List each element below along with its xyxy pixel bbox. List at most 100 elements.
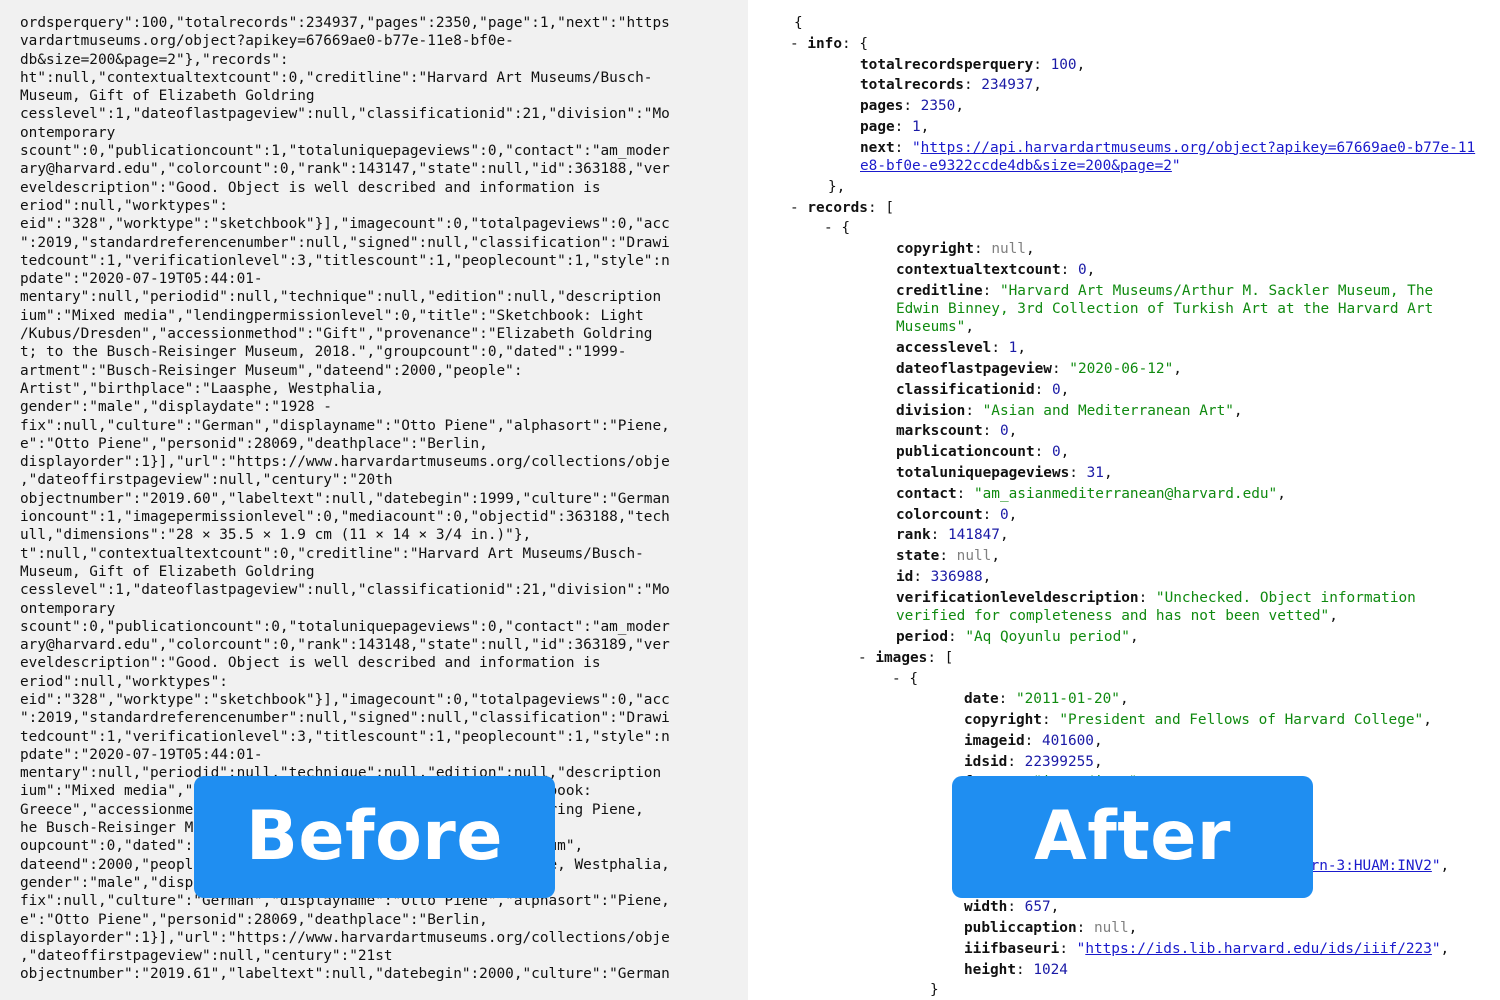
json-key: copyright bbox=[896, 241, 974, 258]
json-comma: , bbox=[1173, 361, 1182, 378]
json-number-value: 0 bbox=[999, 506, 1009, 523]
raw-json-line: cesslevel":1,"dateoflastpageview":null,"… bbox=[20, 106, 670, 123]
json-comma: , bbox=[1233, 402, 1243, 419]
json-comma: , bbox=[982, 569, 992, 586]
json-string-value: "Aq Qoyunlu period" bbox=[965, 628, 1130, 645]
json-comma: , bbox=[1093, 753, 1103, 770]
json-open-bracket: [ bbox=[944, 649, 954, 666]
json-line: date: "2011-01-20", bbox=[964, 691, 1129, 708]
json-url-link[interactable]: https://api.harvardartmuseums.org/object… bbox=[860, 140, 1475, 174]
json-close-bracket: } bbox=[930, 982, 939, 999]
raw-json-line: eid":"328","worktype":"sketchbook"}],"im… bbox=[20, 691, 670, 708]
json-comma: , bbox=[1076, 56, 1086, 73]
json-line: pages: 2350, bbox=[860, 98, 964, 115]
json-string-value: "am_asianmediterranean@harvard.edu" bbox=[973, 485, 1278, 502]
json-number-value: 0 bbox=[999, 423, 1009, 440]
raw-json-line: ordsperquery":100,"totalrecords":234937,… bbox=[20, 15, 670, 31]
raw-json-line: pdate":"2020-07-19T05:44:01- bbox=[20, 271, 263, 288]
json-line: publicationcount: 0, bbox=[896, 444, 1070, 461]
json-line: id: 336988, bbox=[896, 569, 992, 586]
json-key: colorcount bbox=[896, 506, 983, 523]
json-line: - { bbox=[748, 670, 1476, 691]
raw-json-line: eveldescription":"Good. Object is well d… bbox=[20, 655, 601, 672]
raw-json-line: tedcount":1,"verificationlevel":3,"title… bbox=[20, 252, 670, 269]
json-comma: , bbox=[1033, 77, 1042, 94]
json-comma: , bbox=[1119, 691, 1129, 708]
json-key: height bbox=[964, 961, 1016, 978]
json-line: } bbox=[748, 981, 1476, 1000]
json-line: rank: 141847, bbox=[896, 527, 1009, 544]
raw-json-line: ":2019,"standardreferencenumber":null,"s… bbox=[20, 234, 670, 251]
collapse-toggle[interactable]: - bbox=[790, 36, 807, 52]
json-line: dateoflastpageview: "2020-06-12", bbox=[896, 361, 1182, 378]
raw-json-line: ":2019,"standardreferencenumber":null,"s… bbox=[20, 710, 670, 727]
json-line: idsid: 22399255, bbox=[964, 753, 1103, 770]
raw-json-line: scount":0,"publicationcount":1,"totaluni… bbox=[20, 143, 670, 160]
raw-json-line: objectnumber":"2019.60","labeltext":null… bbox=[20, 490, 670, 507]
json-line: state: null, bbox=[896, 548, 1000, 565]
json-line: classificationid: 0, bbox=[896, 381, 1070, 398]
raw-json-line: Museum, Gift of Elizabeth Goldring bbox=[20, 88, 315, 105]
json-comma: , bbox=[920, 118, 930, 135]
raw-json-line: mentary":null,"periodid":null,"technique… bbox=[20, 289, 662, 306]
after-badge: After bbox=[952, 776, 1313, 898]
json-key: page bbox=[860, 118, 895, 135]
json-key: images bbox=[875, 649, 928, 666]
json-open-bracket: { bbox=[841, 220, 850, 237]
json-number-value: 31 bbox=[1086, 465, 1104, 482]
json-string-value: "Asian and Mediterranean Art" bbox=[982, 402, 1234, 419]
json-key: accesslevel bbox=[896, 340, 992, 357]
json-number-value: 401600 bbox=[1041, 732, 1094, 749]
json-key: totalrecordsperquery bbox=[860, 56, 1034, 73]
json-line: { bbox=[748, 14, 1476, 35]
json-key: pages bbox=[860, 98, 904, 115]
collapse-toggle[interactable]: - bbox=[892, 671, 909, 687]
collapse-toggle[interactable]: - bbox=[824, 220, 841, 236]
json-line: - { bbox=[748, 219, 1476, 240]
json-line: width: 657, bbox=[964, 899, 1060, 916]
raw-json-line: e":"Otto Piene","personid":28069,"deathp… bbox=[20, 435, 488, 452]
json-key: imageid bbox=[964, 732, 1025, 749]
raw-json-line: t":null,"contextualtextcount":0,"creditl… bbox=[20, 545, 644, 562]
raw-json-line: Museum, Gift of Elizabeth Goldring bbox=[20, 563, 315, 580]
json-line: page: 1, bbox=[860, 118, 930, 135]
raw-json-line: gender":"male","displaydate":"1928 - bbox=[20, 399, 332, 416]
json-line: markscount: 0, bbox=[896, 423, 1018, 440]
json-comma: , bbox=[1086, 262, 1096, 279]
collapse-toggle[interactable]: - bbox=[790, 200, 807, 216]
json-close-bracket: }, bbox=[828, 178, 846, 195]
json-number-value: 0 bbox=[1051, 444, 1061, 461]
raw-json-line: ium":"Mixed media","lendingpermissionlev… bbox=[20, 307, 644, 324]
json-comma: , bbox=[955, 98, 964, 115]
json-key: iiifbaseuri bbox=[964, 940, 1060, 957]
json-key: next bbox=[860, 139, 895, 156]
raw-json-line: db&size=200&page=2"},"records": bbox=[20, 51, 289, 68]
json-key: classificationid bbox=[896, 381, 1035, 398]
json-key: dateoflastpageview bbox=[896, 361, 1052, 378]
json-url-link[interactable]: https://ids.lib.harvard.edu/ids/iiif/223 bbox=[1085, 941, 1432, 957]
json-number-value: 22399255 bbox=[1024, 753, 1094, 770]
json-line: colorcount: 0, bbox=[896, 506, 1018, 523]
json-comma: , bbox=[1423, 712, 1432, 729]
json-open-bracket: { bbox=[794, 15, 803, 31]
json-number-value: 1 bbox=[1008, 340, 1018, 357]
json-key: totaluniquepageviews bbox=[896, 465, 1070, 482]
raw-json-line: t; to the Busch-Reisinger Museum, 2018."… bbox=[20, 344, 627, 361]
json-open-bracket: [ bbox=[885, 199, 894, 216]
json-comma: , bbox=[1060, 381, 1070, 398]
json-line: publiccaption: null, bbox=[964, 920, 1138, 937]
json-line: totaluniquepageviews: 31, bbox=[896, 465, 1113, 482]
collapse-toggle[interactable]: - bbox=[858, 650, 875, 666]
json-comma: , bbox=[1440, 857, 1450, 874]
json-key: division bbox=[896, 402, 966, 419]
json-key: id bbox=[896, 569, 914, 586]
raw-json-line: displayorder":1}],"url":"https://www.har… bbox=[20, 929, 670, 946]
json-number-value: 1024 bbox=[1033, 961, 1068, 978]
json-key: period bbox=[896, 628, 948, 645]
raw-json-line: /Kubus/Dresden","accessionmethod":"Gift"… bbox=[20, 326, 653, 343]
json-null-value: null bbox=[1093, 920, 1129, 937]
json-comma: , bbox=[965, 319, 974, 336]
json-number-value: 2350 bbox=[920, 98, 956, 115]
json-key: creditline bbox=[896, 282, 983, 299]
json-string-value: "President and Fellows of Harvard Colleg… bbox=[1059, 712, 1424, 729]
